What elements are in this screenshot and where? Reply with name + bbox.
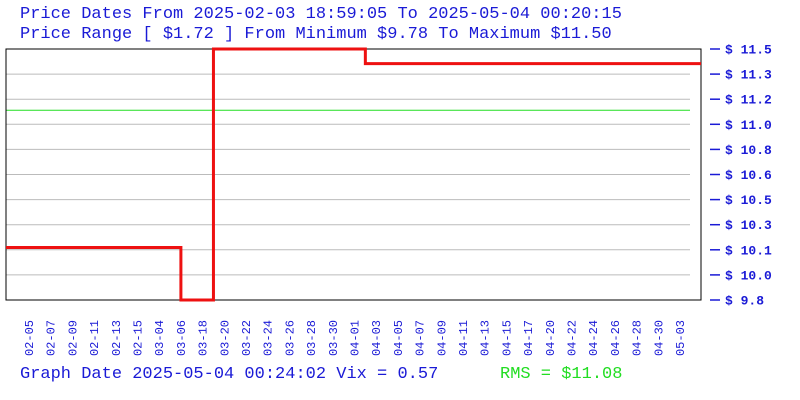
x-tick-label: 03-06 (175, 320, 189, 356)
y-tick-label: $ 11.5 (725, 43, 772, 58)
x-tick-label: 02-07 (45, 320, 59, 356)
x-tick-label: 04-24 (587, 320, 601, 356)
x-tick-label: 03-26 (283, 320, 297, 356)
x-tick-label: 04-01 (349, 320, 363, 356)
x-tick-label: 04-09 (435, 320, 449, 356)
x-tick-label: 03-24 (262, 320, 276, 356)
y-tick-label: $ 11.2 (725, 93, 772, 108)
y-tick-label: $ 10.5 (725, 193, 772, 208)
x-tick-label: 04-22 (566, 320, 580, 356)
y-axis-ticks: $ 11.5 $ 11.3 $ 11.2 $ 11.0 $ 10.8 $ 10.6 $ 10… (710, 43, 772, 309)
x-tick-label: 05-03 (674, 320, 688, 356)
x-tick-label: 03-20 (218, 320, 232, 356)
x-tick-label: 04-05 (392, 320, 406, 356)
x-tick-label: 03-22 (240, 320, 254, 356)
x-tick-label: 04-17 (522, 320, 536, 356)
y-tick-label: $ 10.3 (725, 218, 772, 233)
rms-label: RMS = $11.08 (500, 365, 623, 384)
price-chart: $ 11.5 $ 11.3 $ 11.2 $ 11.0 $ 10.8 $ 10.6 $ 10… (5, 43, 772, 356)
x-tick-label: 03-04 (153, 320, 167, 356)
x-tick-label: 04-28 (631, 320, 645, 356)
x-axis-ticks: 02-05 02-07 02-09 02-11 02-13 02-15 03-04 03-06… (23, 320, 688, 356)
y-tick-label: $ 9.8 (725, 294, 764, 309)
x-tick-label: 04-11 (457, 320, 471, 356)
x-tick-label: 03-28 (305, 320, 319, 356)
x-tick-label: 02-05 (23, 320, 37, 356)
grid-lines (6, 73, 690, 276)
x-tick-label: 03-18 (197, 320, 211, 356)
x-tick-label: 04-03 (370, 320, 384, 356)
x-tick-label: 04-26 (609, 320, 623, 356)
x-tick-label: 02-15 (132, 320, 146, 356)
y-tick-label: $ 11.3 (725, 68, 772, 83)
x-tick-label: 03-30 (327, 320, 341, 356)
x-tick-label: 02-09 (66, 320, 80, 356)
graph-date-label: Graph Date 2025-05-04 00:24:02 Vix = 0.5… (20, 365, 439, 384)
x-tick-label: 04-20 (544, 320, 558, 356)
y-tick-label: $ 11.0 (725, 118, 772, 133)
x-tick-label: 04-07 (414, 320, 428, 356)
y-tick-label: $ 10.0 (725, 268, 772, 283)
x-tick-label: 04-13 (479, 320, 493, 356)
y-tick-label: $ 10.8 (725, 143, 772, 158)
y-tick-label: $ 10.1 (725, 243, 772, 258)
x-tick-label: 04-15 (500, 320, 514, 356)
x-tick-label: 04-30 (652, 320, 666, 356)
x-tick-label: 02-11 (88, 320, 102, 356)
y-tick-label: $ 10.6 (725, 168, 772, 183)
x-tick-label: 02-13 (110, 320, 124, 356)
